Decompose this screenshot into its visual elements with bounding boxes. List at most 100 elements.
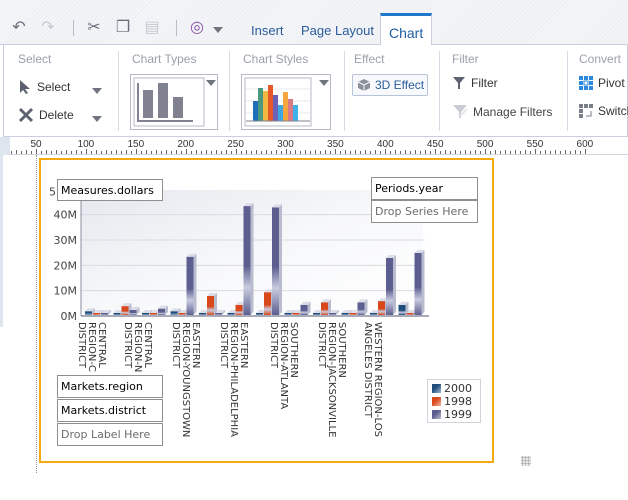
redo-icon[interactable]: ↷ [38,18,58,38]
tab-page-layout[interactable]: Page Layout [301,22,374,42]
ruler-tick [95,150,97,154]
ruler-tick [240,151,242,154]
legend-item: 1999 [428,408,480,421]
ruler-tick [510,151,512,154]
ruler-tick [345,150,347,154]
bar-2000 [256,313,263,315]
filter-funnel-icon [453,77,465,89]
delete-button[interactable]: Delete [18,107,74,123]
ruler-tick [105,150,107,154]
pivot-button[interactable]: Pivot [579,76,625,90]
ruler-tick [465,150,467,154]
bar-side [393,255,396,315]
ruler-number: 50 [30,139,42,150]
bar-1998 [121,306,129,315]
series-field-box[interactable]: Periods.year [371,177,478,200]
ruler-tick [195,150,197,154]
ruler-tick [130,151,132,154]
ruler-tick [405,150,407,154]
canvas-left-margin [0,155,3,327]
select-button[interactable]: Select [18,79,70,95]
cube-icon [357,79,371,91]
bar-2000 [170,311,178,315]
ruler-tick [390,151,392,154]
ruler-tick [530,151,531,154]
toolbar-divider [73,20,74,36]
top-toolbar: ↶ ↷ ✂ ❐ ▤ ◎ Insert Page Layout Chart [0,0,628,46]
ruler-tick [290,151,292,154]
legend-label: 1999 [444,408,472,421]
select-label: Select [37,80,71,94]
manage-filters-label: Manage Filters [473,105,553,119]
x-category-label: DISTRICT [218,322,229,369]
ruler-tick [125,150,127,154]
pivot-label: Pivot [598,76,625,90]
label-field-box-district[interactable]: Markets.district [57,399,163,422]
ruler-tick [440,151,442,154]
chart-style-preview-icon [244,77,312,127]
manage-filters-button[interactable]: Manage Filters [452,104,552,120]
group-divider [439,51,440,131]
bar-side [193,253,197,315]
ruler-tick [365,150,367,154]
bar-1998 [207,296,214,315]
bar-2000 [227,313,235,315]
ruler-tick [495,150,497,154]
chart-styles-group-title: Chart Styles [243,52,309,66]
ruler-tick [559,151,561,154]
chart-types-dropdown-icon[interactable] [206,80,216,86]
ruler-tick [500,151,502,154]
ruler-number: 450 [426,139,444,150]
series-drop-zone[interactable]: Drop Series Here [371,200,478,223]
3d-effect-button[interactable]: 3D Effect [352,74,428,96]
filter-button[interactable]: Filter [452,76,498,90]
ruler-tick [155,150,157,154]
bar-1998 [235,304,243,315]
ruler-tick [380,151,382,154]
bar-2000 [313,313,320,315]
ruler-number: 350 [327,139,344,150]
ruler-tick [190,151,192,154]
group-divider [567,51,568,131]
chart-styles-dropdown-icon[interactable] [319,80,329,86]
insert-object-dropdown-icon[interactable] [213,27,223,33]
tab-insert[interactable]: Insert [251,22,284,42]
undo-icon[interactable]: ↶ [9,18,29,38]
copy-icon[interactable]: ❐ [113,18,133,38]
ruler-tick [21,151,23,154]
cut-icon[interactable]: ✂ [84,18,104,38]
ruler-tick [11,151,13,154]
page-margin-guide [36,155,37,473]
x-category-label: DISTRICT [268,322,279,369]
ruler-tick [295,150,297,154]
ruler-tick [205,150,207,154]
bar-1999 [215,313,222,315]
chart-types-gallery[interactable] [130,74,218,130]
label-drop-zone[interactable]: Drop Label Here [57,423,163,446]
chart-resize-handle[interactable] [521,456,531,466]
bar-side [279,204,282,315]
bar-2000 [341,313,349,315]
ruler-tick [215,150,217,154]
tab-chart[interactable]: Chart [380,13,433,46]
ruler-tick [455,150,457,154]
ruler-number: 600 [576,139,594,150]
insert-object-icon[interactable]: ◎ [187,18,207,38]
measure-drop-zone[interactable]: Measures.dollars [57,179,163,201]
bar-1998 [406,313,414,315]
chart-container[interactable]: 0M 10M 20M 30M 40M 5 CENTRAL REGION-C DISTRICT CE… [39,158,531,466]
paste-icon[interactable]: ▤ [142,18,162,38]
ruler-tick [70,151,72,154]
ruler-tick [250,151,252,154]
ruler-tick [370,151,372,154]
legend-label: 1998 [444,395,472,408]
chart-styles-gallery[interactable] [241,74,331,130]
switch-button[interactable]: Switch [579,104,628,118]
bar-side [250,203,254,315]
ruler-tick [115,150,117,154]
select-dropdown-icon[interactable] [92,88,102,94]
label-field-box-region[interactable]: Markets.region [57,375,163,398]
bar-1999 [357,302,365,315]
ruler-tick [320,151,322,154]
delete-dropdown-icon[interactable] [92,116,102,122]
